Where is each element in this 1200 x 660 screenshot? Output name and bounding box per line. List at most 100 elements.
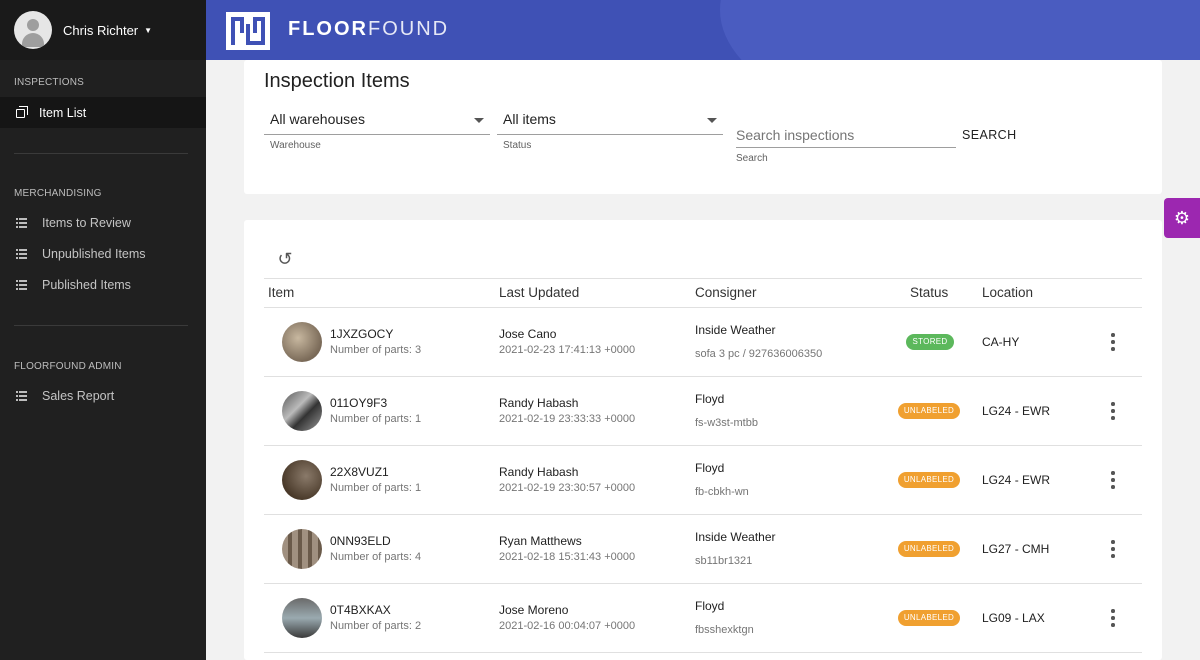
sidebar-item-label: Item List: [39, 105, 87, 120]
section-title-merchandising: MERCHANDISING: [14, 188, 102, 199]
location: CA-HY: [982, 335, 1020, 349]
section-title-admin: FLOORFOUND ADMIN: [14, 361, 122, 372]
updated-time: 2021-02-16 00:04:07 +0000: [499, 620, 636, 632]
dropdown-arrow-icon: [707, 118, 717, 123]
item-thumbnail[interactable]: [282, 460, 322, 500]
sidebar-item-unpublished-items[interactable]: Unpublished Items: [0, 238, 206, 269]
caret-down-icon: ▼: [144, 25, 153, 35]
location: LG09 - LAX: [982, 611, 1045, 625]
consigner-name: Inside Weather: [695, 530, 776, 544]
status-badge: UNLABELED: [898, 541, 960, 557]
item-parts: Number of parts: 1: [330, 482, 422, 494]
dropdown-arrow-icon: [474, 118, 484, 123]
sidebar: Chris Richter ▼ INSPECTIONS Item List ME…: [0, 0, 206, 660]
column-header-status[interactable]: Status: [910, 285, 948, 300]
list-icon: [16, 390, 28, 402]
item-parts: Number of parts: 3: [330, 344, 422, 356]
item-thumbnail[interactable]: [282, 529, 322, 569]
more-vert-icon[interactable]: [1110, 608, 1116, 628]
column-header-last-updated[interactable]: Last Updated: [499, 285, 579, 300]
table-row[interactable]: 011OY9F3 Number of parts: 1 Randy Habash…: [264, 377, 1142, 446]
table-header: Item Last Updated Consigner Status Locat…: [264, 278, 1142, 308]
consigner-name: Floyd: [695, 461, 725, 475]
copy-icon: [16, 106, 28, 118]
sidebar-item-items-to-review[interactable]: Items to Review: [0, 207, 206, 238]
gear-icon[interactable]: ⚙: [1164, 198, 1200, 238]
item-thumbnail[interactable]: [282, 391, 322, 431]
item-parts: Number of parts: 1: [330, 413, 422, 425]
status-badge: UNLABELED: [898, 472, 960, 488]
table-row[interactable]: 0NN93ELD Number of parts: 4 Ryan Matthew…: [264, 515, 1142, 584]
item-id[interactable]: 22X8VUZ1: [330, 465, 389, 479]
filter-card: Inspection Items All warehouses Warehous…: [244, 60, 1162, 194]
location: LG24 - EWR: [982, 404, 1051, 418]
sidebar-item-label: Sales Report: [42, 388, 115, 403]
updater-name: Randy Habash: [499, 396, 579, 410]
item-parts: Number of parts: 2: [330, 620, 422, 632]
updater-name: Jose Cano: [499, 327, 557, 341]
item-id[interactable]: 011OY9F3: [330, 396, 387, 410]
warehouse-helper: Warehouse: [270, 140, 321, 151]
updated-time: 2021-02-19 23:30:57 +0000: [499, 482, 636, 494]
sidebar-item-sales-report[interactable]: Sales Report: [0, 380, 206, 411]
items-table-card: ↺ Item Last Updated Consigner Status Loc…: [244, 220, 1162, 660]
updated-time: 2021-02-19 23:33:33 +0000: [499, 413, 636, 425]
location: LG24 - EWR: [982, 473, 1051, 487]
sidebar-item-item-list[interactable]: Item List: [0, 97, 206, 128]
search-helper: Search: [736, 153, 768, 164]
consigner-reference: fs-w3st-mtbb: [695, 417, 758, 429]
page-title: Inspection Items: [264, 70, 410, 92]
divider: [14, 325, 188, 326]
consigner-name: Inside Weather: [695, 323, 776, 337]
item-id[interactable]: 1JXZGOCY: [330, 327, 393, 341]
updated-time: 2021-02-23 17:41:13 +0000: [499, 344, 636, 356]
more-vert-icon[interactable]: [1110, 539, 1116, 559]
consigner-reference: sb11br1321: [695, 555, 753, 567]
item-id[interactable]: 0T4BXKAX: [330, 603, 391, 617]
status-select[interactable]: All items: [497, 105, 723, 135]
brand-logo: FLOORFOUND: [288, 18, 450, 40]
consigner-name: Floyd: [695, 392, 725, 406]
table-row[interactable]: 1JXZGOCY Number of parts: 3 Jose Cano 20…: [264, 308, 1142, 377]
table-row[interactable]: 0T4BXKAX Number of parts: 2 Jose Moreno …: [264, 584, 1142, 653]
table-row[interactable]: 22X8VUZ1 Number of parts: 1 Randy Habash…: [264, 446, 1142, 515]
location: LG27 - CMH: [982, 542, 1050, 556]
sidebar-item-label: Published Items: [42, 277, 131, 292]
status-badge: STORED: [906, 334, 954, 350]
user-menu[interactable]: Chris Richter ▼: [0, 0, 206, 60]
status-helper: Status: [503, 140, 532, 151]
list-icon: [16, 279, 28, 291]
consigner-reference: fb-cbkh-wn: [695, 486, 749, 498]
item-id[interactable]: 0NN93ELD: [330, 534, 391, 548]
item-parts: Number of parts: 4: [330, 551, 422, 563]
consigner-reference: sofa 3 pc / 927636006350: [695, 348, 823, 360]
sidebar-item-published-items[interactable]: Published Items: [0, 269, 206, 300]
updater-name: Jose Moreno: [499, 603, 569, 617]
column-header-consigner[interactable]: Consigner: [695, 285, 757, 300]
updater-name: Randy Habash: [499, 465, 579, 479]
status-badge: UNLABELED: [898, 403, 960, 419]
warehouse-select[interactable]: All warehouses: [264, 105, 490, 135]
app-header: FLOORFOUND: [206, 0, 1200, 60]
refresh-icon[interactable]: ↺: [274, 248, 296, 270]
updater-name: Ryan Matthews: [499, 534, 582, 548]
status-badge: UNLABELED: [898, 610, 960, 626]
section-title-inspections: INSPECTIONS: [14, 77, 84, 88]
column-header-location[interactable]: Location: [982, 285, 1033, 300]
more-vert-icon[interactable]: [1110, 332, 1116, 352]
sidebar-item-label: Unpublished Items: [42, 246, 146, 261]
consigner-reference: fbsshexktgn: [695, 624, 754, 636]
more-vert-icon[interactable]: [1110, 470, 1116, 490]
more-vert-icon[interactable]: [1110, 401, 1116, 421]
search-button[interactable]: SEARCH: [962, 128, 1017, 142]
updated-time: 2021-02-18 15:31:43 +0000: [499, 551, 636, 563]
search-input[interactable]: [736, 122, 956, 148]
user-name: Chris Richter: [63, 22, 139, 38]
item-thumbnail[interactable]: [282, 322, 322, 362]
logo-icon: [226, 12, 270, 50]
list-icon: [16, 248, 28, 260]
divider: [14, 153, 188, 154]
column-header-item[interactable]: Item: [268, 285, 294, 300]
avatar: [14, 11, 52, 49]
item-thumbnail[interactable]: [282, 598, 322, 638]
